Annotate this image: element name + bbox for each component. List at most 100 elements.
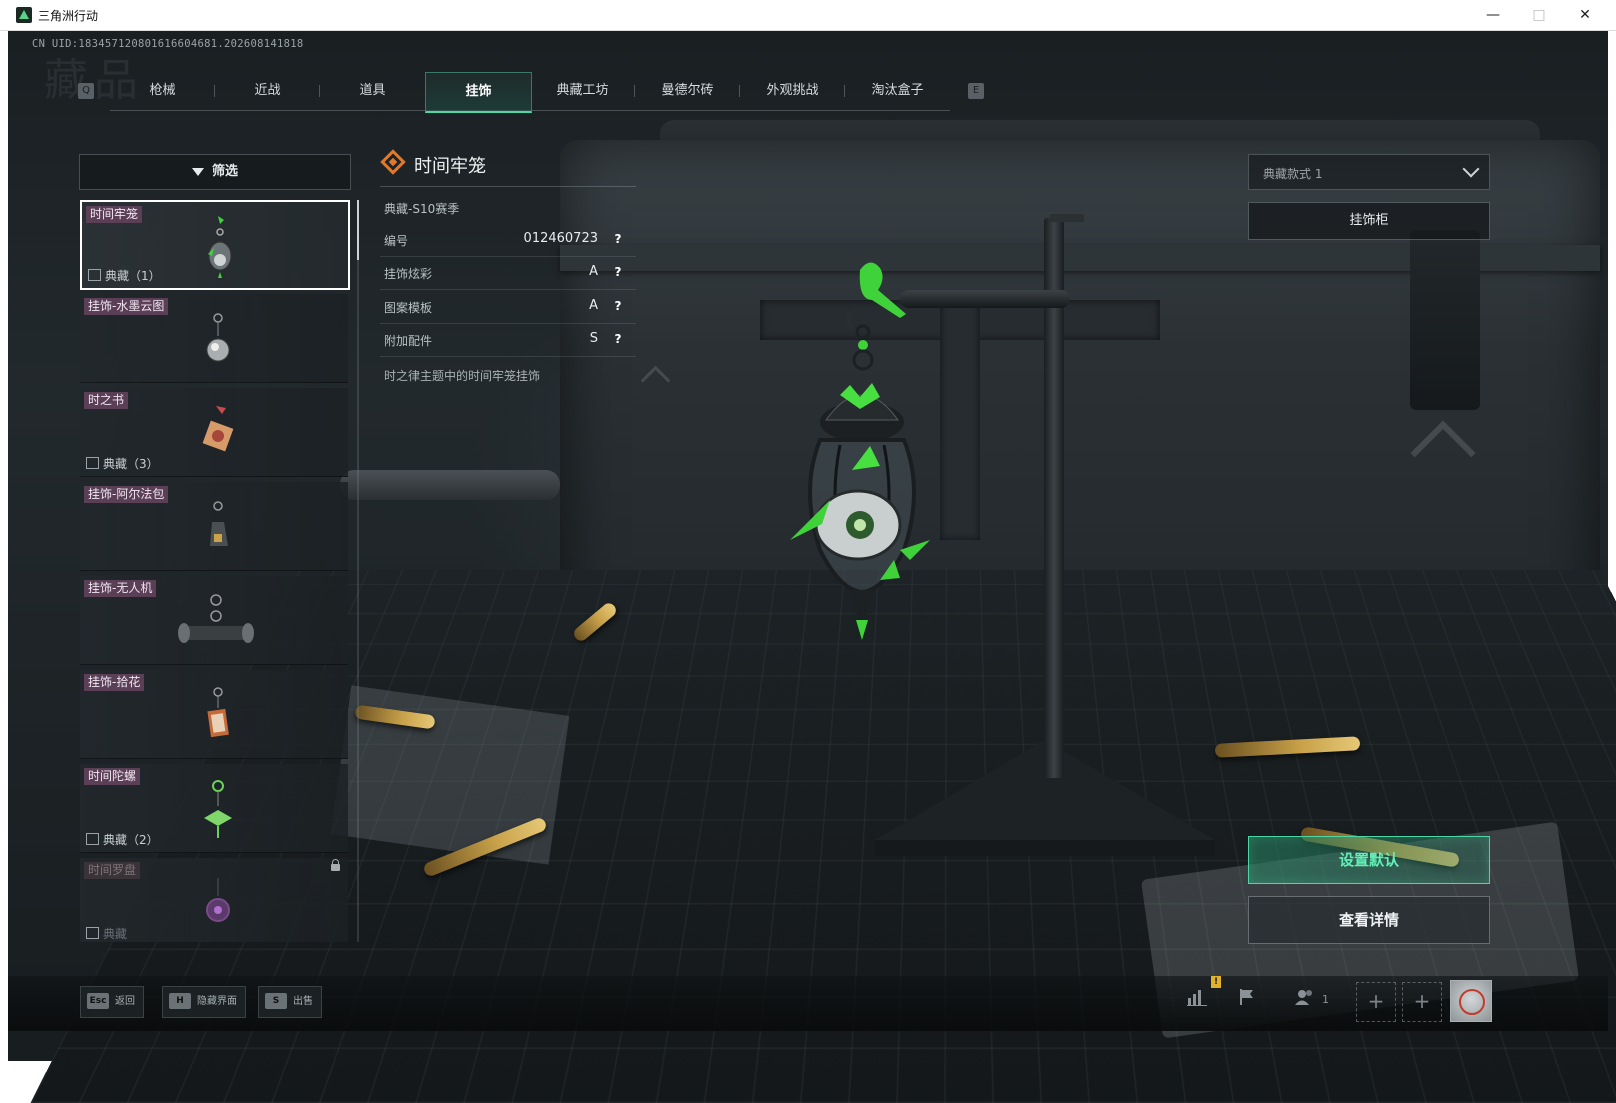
avatar[interactable] [1450,980,1492,1022]
tab-charms[interactable]: 挂饰 [425,72,532,113]
tab-mandel-brick[interactable]: 曼德尔砖 [635,72,740,110]
stand-base-edge [875,840,1215,856]
item-name: 挂饰-拾花 [84,674,144,691]
tab-label: 近战 [254,83,280,98]
key-s: S [265,993,287,1009]
help-icon[interactable]: ? [610,231,626,247]
attribute-label: 图案模板 [384,299,432,316]
list-item-time-compass[interactable]: 时间罗盘 典藏 [80,858,348,942]
add-teammate-slot[interactable]: + [1402,982,1442,1022]
list-item-book-of-time[interactable]: 时之书 典藏（3） [80,388,348,477]
dropdown-value: 典藏款式 1 [1263,165,1322,182]
list-item-alpha-bag[interactable]: 挂饰-阿尔法包 [80,482,348,571]
attribute-row-accessory: 附加配件 S ? [380,324,636,357]
time-cage-charm-model [760,250,960,650]
tab-label: 淘汰盒子 [871,83,923,98]
list-item-time-cage[interactable]: 时间牢笼 典藏（1） [80,200,350,290]
tab-label: 外观挑战 [766,83,818,98]
item-name: 时间牢笼 [86,206,142,223]
charm-thumbnail [198,870,238,936]
crate-latch [1410,230,1480,410]
minimize-icon[interactable]: — [1470,0,1516,30]
sell-hint-button[interactable]: S 出售 [258,986,322,1018]
detail-description: 时之律主题中的时间牢笼挂饰 [384,367,540,384]
item-collection-count: 典藏（1） [88,267,161,284]
charm-thumbnail [198,682,238,748]
key-h: H [169,993,191,1009]
tab-next-key[interactable]: E [968,83,984,99]
attribute-label: 编号 [384,232,408,249]
charm-thumbnail [198,494,238,560]
attribute-row-serial: 编号 012460723 ? [380,224,636,257]
player-uid: CN UID:183457120801616604681.20260814181… [32,38,303,50]
hint-label: 出售 [293,996,313,1007]
list-item-drone[interactable]: 挂饰-无人机 [80,576,348,665]
item-name: 时间罗盘 [84,862,140,879]
filter-button[interactable]: 筛选 [79,154,351,190]
charm-thumbnail [200,214,240,280]
tab-label: 枪械 [149,83,175,98]
hint-label: 隐藏界面 [197,996,237,1007]
list-item-ink-cloud[interactable]: 挂饰-水墨云图 [80,294,348,383]
charm-thumbnail [198,400,238,466]
list-scrollbar-thumb[interactable] [357,200,359,260]
list-scrollbar[interactable] [357,200,359,942]
attribute-value: A [589,264,598,279]
tab-melee[interactable]: 近战 [215,72,320,110]
attribute-row-pattern: 图案模板 A ? [380,291,636,324]
help-icon[interactable]: ? [610,331,626,347]
collection-icon [86,833,99,845]
detail-title: 时间牢笼 [414,152,486,178]
attribute-label: 附加配件 [384,332,432,349]
item-collection-count: 典藏 [86,925,127,942]
item-name: 时之书 [84,392,128,409]
window-title: 三角洲行动 [38,7,98,24]
detail-season: 典藏-S10赛季 [384,200,459,217]
set-default-button[interactable]: 设置默认 [1248,836,1490,884]
item-name: 挂饰-阿尔法包 [84,486,168,503]
attribute-label: 挂饰炫彩 [384,265,432,282]
key-esc: Esc [87,993,109,1009]
charm-thumbnail [198,306,238,372]
list-item-pick-flower[interactable]: 挂饰-拾花 [80,670,348,759]
add-teammate-slot[interactable]: + [1356,982,1396,1022]
close-icon[interactable]: ✕ [1562,0,1608,30]
tab-elimination-box[interactable]: 淘汰盒子 [845,72,950,110]
tab-collection-workshop[interactable]: 典藏工坊 [530,72,635,110]
back-hint-button[interactable]: Esc 返回 [80,986,144,1018]
shell-casing [340,470,560,500]
stand-cap [1050,214,1084,222]
tab-label: 曼德尔砖 [661,83,713,98]
charm-list: 时间牢笼 典藏（1） 挂饰-水墨云图 时之书 典藏（3） 挂饰-阿尔法包 挂饰-… [80,200,350,942]
filter-label: 筛选 [212,164,238,179]
attribute-value: A [589,298,598,313]
tab-props[interactable]: 道具 [320,72,425,110]
tab-firearms[interactable]: 枪械 [110,72,215,110]
item-name: 挂饰-无人机 [84,580,156,597]
hide-ui-hint-button[interactable]: H 隐藏界面 [162,986,246,1018]
collection-style-dropdown[interactable]: 典藏款式 1 [1248,154,1490,190]
tab-label: 挂饰 [465,84,491,99]
item-collection-count: 典藏（3） [86,455,159,472]
item-name: 挂饰-水墨云图 [84,298,168,315]
friends-icon[interactable] [1290,986,1320,1016]
maximize-icon[interactable]: □ [1516,0,1562,30]
friend-count: 1 [1322,993,1329,1006]
flag-icon[interactable] [1232,986,1262,1016]
collection-icon [86,457,99,469]
chevron-down-icon [1463,161,1480,178]
attribute-row-color: 挂饰炫彩 A ? [380,257,636,290]
lock-icon [331,864,340,871]
help-icon[interactable]: ? [610,298,626,314]
tab-appearance-challenge[interactable]: 外观挑战 [740,72,845,110]
hint-label: 返回 [115,996,135,1007]
attribute-value: 012460723 [524,231,598,246]
help-icon[interactable]: ? [610,264,626,280]
attribute-value: S [590,331,598,346]
stats-icon[interactable] [1182,986,1212,1016]
tab-prev-key[interactable]: Q [78,83,94,99]
charm-cabinet-button[interactable]: 挂饰柜 [1248,202,1490,240]
list-item-time-spinner[interactable]: 时间陀螺 典藏（2） [80,764,348,853]
tab-label: 典藏工坊 [556,83,608,98]
view-details-button[interactable]: 查看详情 [1248,896,1490,944]
